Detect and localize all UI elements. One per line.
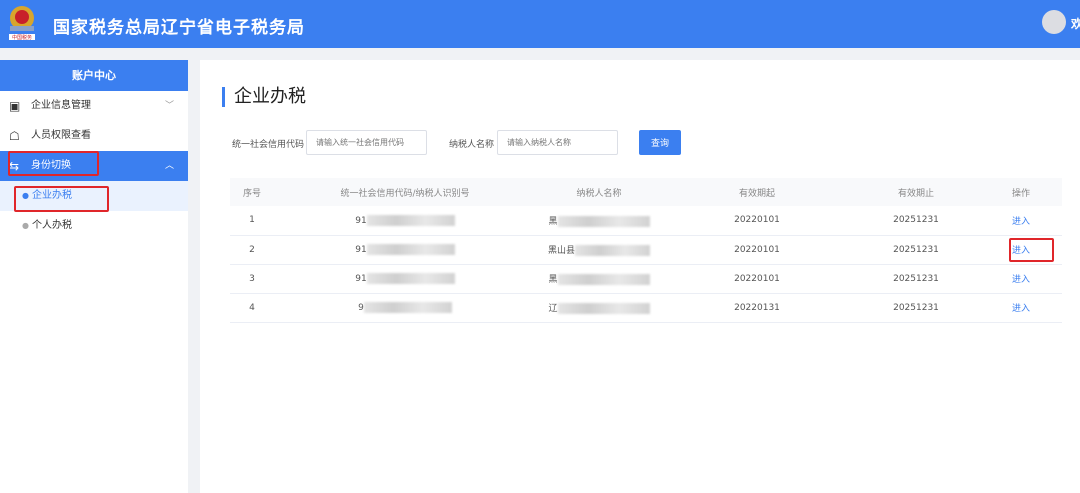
query-button[interactable]: 查询 [639,130,681,155]
enter-link[interactable]: 进入 [1012,275,1030,285]
name-input[interactable] [497,130,618,155]
sidebar-subitem-personal-tax[interactable]: ● 个人办税 [0,211,188,241]
taxpayer-name: 辽 [536,293,662,323]
tax-emblem-logo: 中国税务 [9,6,35,41]
site-title: 国家税务总局辽宁省电子税务局 [53,18,305,38]
redacted-blur [557,215,650,227]
code-label: 统一社会信用代码 [232,140,305,150]
avatar-icon[interactable] [1042,10,1066,34]
highlight-annotation [8,151,99,176]
redacted-blur [366,214,455,226]
valid-to: 20251231 [852,264,980,294]
valid-from: 20220131 [662,293,852,323]
redacted-blur [363,302,452,313]
svg-text:中国税务: 中国税务 [12,34,32,41]
taxpayer-name: 黑山县 [536,235,662,265]
col-header: 有效期止 [852,178,980,206]
code-input[interactable] [306,130,427,155]
page-title: 企业办税 [222,87,306,107]
highlight-annotation [1009,238,1054,262]
col-header: 纳税人名称 [536,178,662,206]
row-number: 4 [230,293,274,323]
row-number: 2 [230,235,274,265]
redacted-blur [366,273,455,284]
credit-code: 9 [274,293,536,323]
redacted-blur [557,303,650,314]
main-panel: 企业办税 统一社会信用代码 纳税人名称 查询 序号 统一社会信用代码/纳税人识别… [200,60,1080,493]
enter-link[interactable]: 进入 [1012,217,1030,227]
taxpayer-name: 黑 [536,264,662,294]
enterprise-table: 序号 统一社会信用代码/纳税人识别号 纳税人名称 有效期起 有效期止 操作 1 … [230,178,1062,323]
valid-to: 20251231 [852,206,980,236]
user-name[interactable]: 欢 [1071,15,1080,32]
sidebar-item-label: 人员权限查看 [31,130,91,141]
valid-to: 20251231 [852,235,980,265]
highlight-annotation [14,186,109,212]
sidebar-item-label: 个人办税 [32,220,72,231]
chevron-down-icon: ﹀ [164,101,174,111]
credit-code: 91 [274,264,536,294]
valid-from: 20220101 [662,264,852,294]
taxpayer-name: 黑 [536,206,662,236]
bullet-icon: ● [22,221,29,230]
credit-code: 91 [274,235,536,265]
sidebar-item-company-info[interactable]: ▣ 企业信息管理 ﹀ [0,91,188,121]
row-number: 3 [230,264,274,294]
table-row: 1 91 黑 20220101 20251231 进入 [230,206,1062,236]
sidebar: 账户中心 ▣ 企业信息管理 ﹀ ☖ 人员权限查看 ⇆ 身份切换 ︿ ● 企业办税 ● 个人办税 [0,60,188,493]
valid-from: 20220101 [662,235,852,265]
redacted-blur [557,274,650,285]
table-row: 4 9 辽 20220131 20251231 进入 [230,293,1062,323]
col-header: 统一社会信用代码/纳税人识别号 [274,178,536,206]
col-header: 操作 [980,178,1062,206]
chevron-up-icon: ︿ [164,161,174,171]
col-header: 序号 [230,178,274,206]
enter-link[interactable]: 进入 [1012,304,1030,314]
sidebar-item-label: 企业信息管理 [31,100,91,111]
table-row: 2 91 黑山县 20220101 20251231 进入 [230,235,1062,265]
sidebar-heading: 账户中心 [0,60,188,91]
sidebar-item-permissions[interactable]: ☖ 人员权限查看 [0,121,188,151]
name-label: 纳税人名称 [449,140,495,150]
user-lock-icon: ☖ [9,129,20,143]
table-row: 3 91 黑 20220101 20251231 进入 [230,264,1062,294]
redacted-blur [366,244,455,255]
row-number: 1 [230,206,274,236]
valid-from: 20220101 [662,206,852,236]
valid-to: 20251231 [852,293,980,323]
building-icon: ▣ [9,99,21,113]
credit-code: 91 [274,206,536,236]
redacted-blur [575,245,650,256]
top-header: 中国税务 国家税务总局辽宁省电子税务局 欢 [0,0,1080,48]
col-header: 有效期起 [662,178,852,206]
